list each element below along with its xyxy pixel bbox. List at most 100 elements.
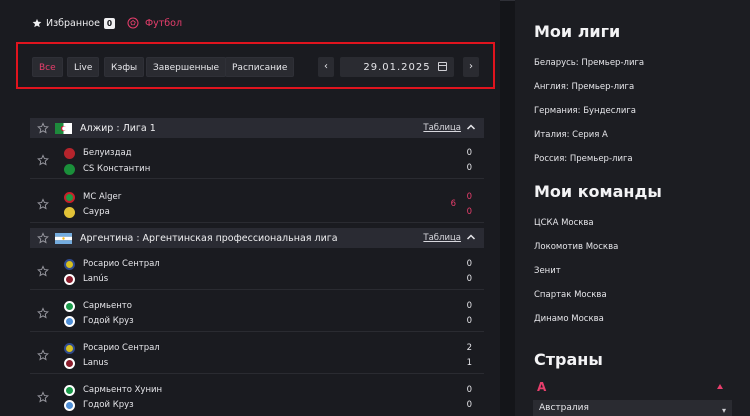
filter-finished-button[interactable]: Завершенные (146, 57, 227, 77)
home-score: 0 (466, 259, 472, 269)
star-outline-icon[interactable] (37, 198, 49, 210)
sidebar: Мои лиги Беларусь: Премьер-лига Англия: … (515, 0, 750, 416)
filter-live-button[interactable]: Live (67, 57, 100, 77)
match-row[interactable]: Росарио Сентрал Lanús 0 0 (30, 253, 484, 290)
my-team-item[interactable]: ЦСКА Москва (534, 218, 594, 228)
sport-selector[interactable]: Футбол (127, 17, 182, 29)
league-name: Алжир : Лига 1 (80, 122, 156, 134)
filter-all-button[interactable]: Все (32, 57, 63, 77)
away-score: 0 (466, 316, 472, 326)
my-league-item[interactable]: Италия: Серия А (534, 130, 608, 140)
my-teams-title: Мои команды (534, 182, 662, 201)
star-outline-icon[interactable] (37, 122, 49, 134)
away-team: Lanus (64, 356, 108, 370)
home-team-name: Росарио Сентрал (83, 343, 160, 353)
my-team-item[interactable]: Спартак Москва (534, 290, 607, 300)
home-score: 0 (466, 385, 472, 395)
argentina-flag-icon (55, 232, 72, 244)
home-team: MC Alger (64, 190, 121, 204)
my-league-item[interactable]: Россия: Премьер-лига (534, 154, 633, 164)
star-outline-icon[interactable] (37, 307, 49, 319)
favorites-count-badge: 0 (103, 17, 115, 29)
team-logo-icon (64, 206, 75, 218)
countries-letter-heading[interactable]: А (537, 380, 546, 394)
countries-title: Страны (534, 350, 603, 369)
my-league-item[interactable]: Беларусь: Премьер-лига (534, 58, 644, 68)
home-team-name: Белуиздад (83, 148, 132, 158)
home-score: 0 (466, 301, 472, 311)
my-league-item[interactable]: Англия: Премьер-лига (534, 82, 634, 92)
away-team: Lanús (64, 272, 108, 286)
away-team: Годой Круз (64, 314, 134, 328)
calendar-icon[interactable] (438, 62, 447, 71)
home-team: Белуиздад (64, 146, 132, 160)
team-logo-icon (64, 384, 75, 396)
my-team-item[interactable]: Динамо Москва (534, 314, 604, 324)
date-value: 29.01.2025 (363, 61, 431, 73)
league-header-argentina[interactable]: Аргентина : Аргентинская профессиональна… (30, 228, 484, 248)
away-score: 0 (466, 207, 472, 217)
prev-date-button[interactable]: ‹ (318, 57, 334, 77)
away-score: 0 (466, 400, 472, 410)
my-league-item[interactable]: Германия: Бундеслига (534, 106, 636, 116)
next-date-button[interactable]: › (463, 57, 479, 77)
match-row[interactable]: Сармьенто Хунин Годой Круз 0 0 (30, 379, 484, 416)
country-item[interactable]: Австралия ▾ (533, 400, 732, 416)
team-logo-icon (64, 163, 75, 175)
my-team-item[interactable]: Зенит (534, 266, 561, 276)
away-score: 1 (466, 358, 472, 368)
match-row[interactable]: Белуиздад CS Константин 0 0 (30, 142, 484, 179)
away-team-name: CS Константин (83, 164, 151, 174)
home-team: Сармьенто (64, 299, 132, 313)
league-table-link[interactable]: Таблица (423, 123, 461, 133)
star-outline-icon[interactable] (37, 265, 49, 277)
filter-schedule-button[interactable]: Расписание (225, 57, 295, 77)
home-team-name: Росарио Сентрал (83, 259, 160, 269)
sport-label: Футбол (144, 17, 183, 29)
league-table-link[interactable]: Таблица (423, 233, 461, 243)
match-row[interactable]: Росарио Сентрал Lanus 2 1 (30, 337, 484, 374)
football-icon (127, 17, 139, 29)
star-filled-icon (32, 18, 42, 28)
away-team-name: Lanús (83, 274, 109, 284)
my-team-item[interactable]: Локомотив Москва (534, 242, 618, 252)
league-name: Аргентина : Аргентинская профессиональна… (80, 232, 338, 244)
star-outline-icon[interactable] (37, 154, 49, 166)
team-logo-icon (64, 342, 75, 354)
away-team: Саура (64, 205, 110, 219)
chevron-up-icon[interactable] (466, 122, 476, 132)
star-outline-icon[interactable] (37, 391, 49, 403)
collapse-triangle-icon[interactable] (717, 384, 723, 389)
away-score: 0 (466, 274, 472, 284)
home-team: Росарио Сентрал (64, 341, 160, 355)
match-row[interactable]: Сармьенто Годой Круз 0 0 (30, 295, 484, 332)
my-leagues-title: Мои лиги (534, 22, 621, 41)
favorites-label: Избранное (46, 17, 100, 29)
filter-odds-button[interactable]: Кэфы (104, 57, 145, 77)
league-header-algeria[interactable]: Алжир : Лига 1 Таблица (30, 118, 484, 138)
team-logo-icon (64, 315, 75, 327)
favorites-link[interactable]: Избранное 0 (32, 17, 115, 29)
date-input[interactable]: 29.01.2025 (340, 57, 454, 77)
away-team-name: Саура (83, 207, 110, 217)
match-row[interactable]: MC Alger Саура 6 0 0 (30, 186, 484, 223)
team-logo-icon (64, 191, 75, 203)
chevron-up-icon[interactable] (466, 232, 476, 242)
away-score: 0 (466, 163, 472, 173)
algeria-flag-icon (55, 122, 72, 134)
top-bar: Избранное 0 Футбол (32, 14, 182, 32)
team-logo-icon (64, 273, 75, 285)
home-team: Росарио Сентрал (64, 257, 160, 271)
away-team-name: Lanus (83, 358, 109, 368)
match-minute: 6 (450, 199, 456, 209)
star-outline-icon[interactable] (37, 232, 49, 244)
country-name: Австралия (539, 403, 589, 413)
home-score: 0 (466, 192, 472, 202)
home-team-name: MC Alger (83, 192, 122, 202)
away-team-name: Годой Круз (83, 316, 134, 326)
star-outline-icon[interactable] (37, 349, 49, 361)
home-team-name: Сармьенто (83, 301, 132, 311)
home-score: 0 (466, 148, 472, 158)
team-logo-icon (64, 258, 75, 270)
chevron-down-icon: ▾ (721, 406, 726, 415)
